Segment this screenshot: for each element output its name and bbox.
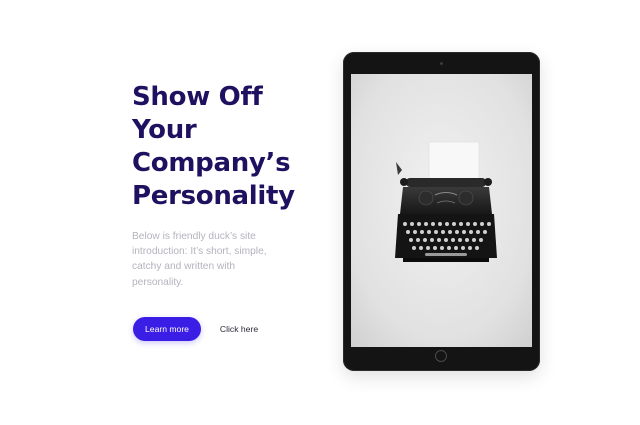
tablet-device <box>343 52 540 371</box>
typewriter-photo <box>351 74 532 347</box>
click-here-link[interactable]: Click here <box>214 317 264 341</box>
hero-title-line-2: Your <box>132 115 197 145</box>
hero-title-line-3: Company’s <box>132 148 291 178</box>
hero-description: Below is friendly duck’s site introducti… <box>132 231 267 288</box>
hero-title-line-1: Show Off <box>132 82 263 112</box>
home-button[interactable] <box>435 350 447 362</box>
hero-title-line-4: Personality <box>132 181 295 211</box>
tablet-screen <box>351 74 532 347</box>
learn-more-button[interactable]: Learn more <box>133 317 201 341</box>
camera-dot <box>440 62 443 65</box>
hero-title: Show Off Your Company’s Personality <box>132 81 312 213</box>
